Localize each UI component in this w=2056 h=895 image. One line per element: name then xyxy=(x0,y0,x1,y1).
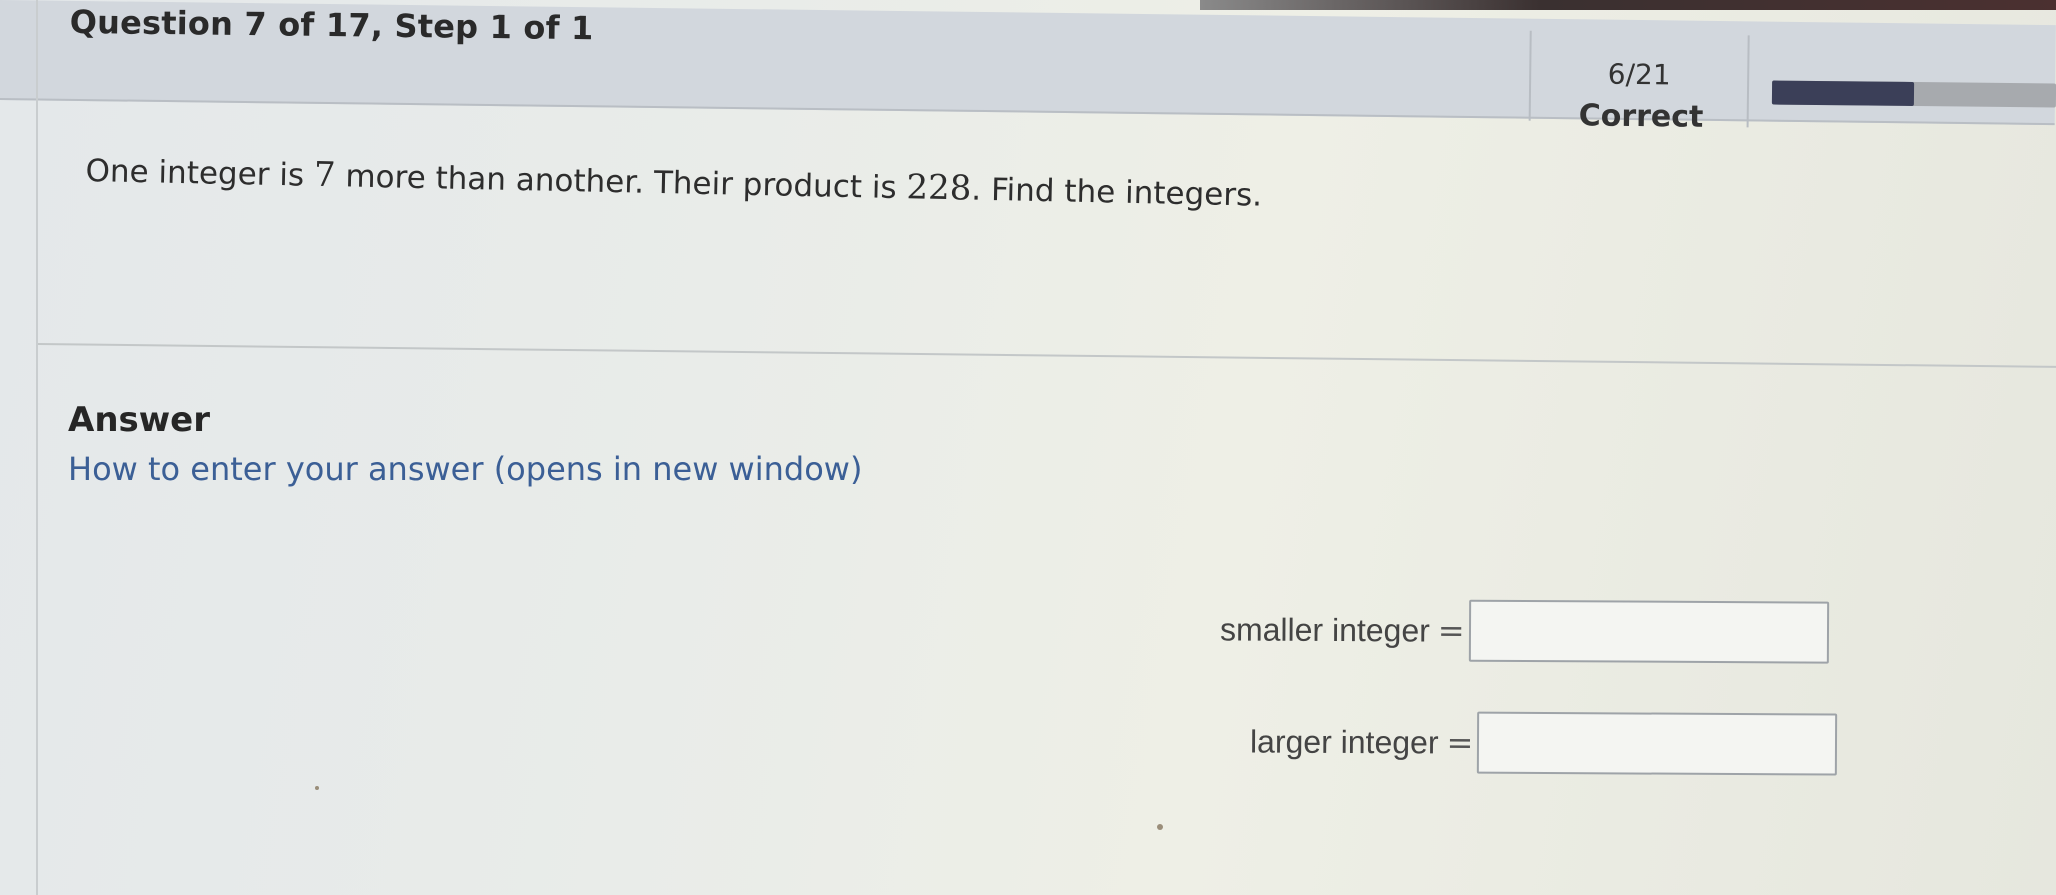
question-number: 228 xyxy=(906,167,972,209)
score-label: Correct xyxy=(1578,98,1704,135)
smaller-integer-row: smaller integer = xyxy=(1219,598,1829,664)
equals-sign: = xyxy=(1446,723,1474,762)
smaller-integer-input[interactable] xyxy=(1468,599,1829,664)
frame-border xyxy=(36,0,38,895)
question-page: Question 7 of 17, Step 1 of 1 6/21 Corre… xyxy=(0,0,2056,895)
question-text: One integer is 7 more than another. Thei… xyxy=(85,150,1586,221)
question-step-title: Question 7 of 17, Step 1 of 1 xyxy=(69,2,594,48)
question-text-part: more than another. Their product is xyxy=(335,158,907,207)
header-divider xyxy=(1746,35,1750,128)
question-text-part: . Find the integers. xyxy=(970,171,1263,214)
larger-integer-label: larger integer xyxy=(1249,722,1439,760)
header-divider xyxy=(1528,30,1532,121)
question-text-part: One integer is xyxy=(85,152,315,194)
score-count: 6/21 xyxy=(1607,57,1671,92)
score-summary: 6/21 Correct xyxy=(1578,57,1704,135)
question-header: Question 7 of 17, Step 1 of 1 6/21 Corre… xyxy=(0,0,2056,135)
answer-heading: Answer xyxy=(68,400,210,440)
larger-integer-input[interactable] xyxy=(1477,711,1838,776)
progress-bar-fill xyxy=(1771,80,1915,106)
equals-sign: = xyxy=(1437,611,1465,650)
screen-edge xyxy=(1200,0,2056,10)
progress-bar xyxy=(1771,80,2056,108)
larger-integer-row: larger integer = xyxy=(1249,710,1838,776)
question-number: 7 xyxy=(313,154,337,196)
smaller-integer-label: smaller integer xyxy=(1219,610,1430,649)
section-divider xyxy=(37,343,2056,369)
screen-speck xyxy=(1157,824,1163,830)
screen-speck xyxy=(315,786,319,790)
how-to-enter-answer-link[interactable]: How to enter your answer (opens in new w… xyxy=(68,450,862,488)
